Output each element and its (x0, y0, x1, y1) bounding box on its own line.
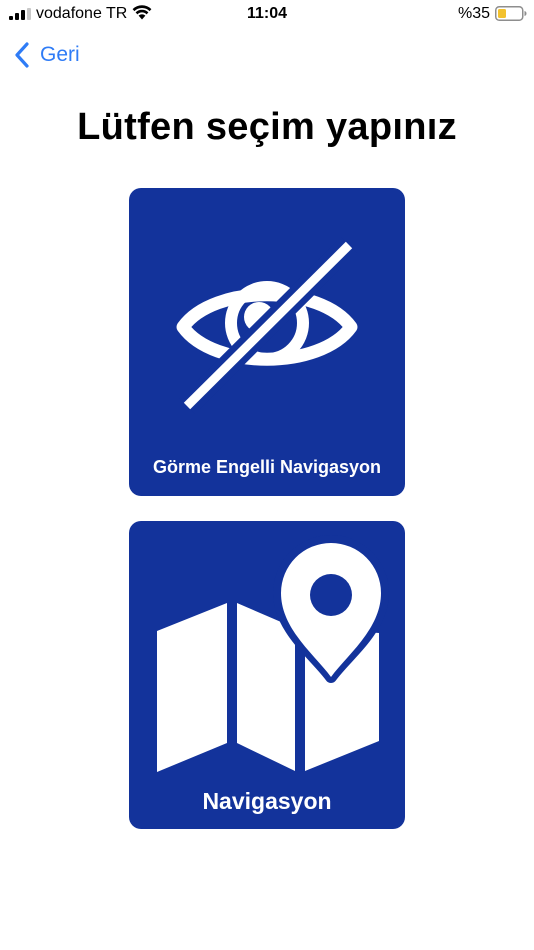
eye-slash-icon (176, 237, 358, 414)
battery-icon (495, 6, 527, 21)
navigation-label: Navigasyon (202, 788, 332, 814)
back-label: Geri (40, 43, 80, 66)
battery-percentage: %35 (457, 5, 490, 22)
status-bar: vodafone TR 11:04 %35 (0, 0, 534, 28)
navigation-button[interactable]: Navigasyon (129, 521, 405, 829)
map-pin-icon (157, 535, 389, 772)
status-time: 11:04 (246, 5, 288, 22)
page-title: Lütfen seçim yapınız (77, 106, 457, 148)
visually-impaired-navigation-label: Görme Engelli Navigasyon (152, 457, 382, 477)
visually-impaired-navigation-button[interactable]: Görme Engelli Navigasyon (129, 188, 405, 496)
chevron-left-icon (15, 42, 29, 68)
back-button[interactable]: Geri (14, 40, 80, 70)
